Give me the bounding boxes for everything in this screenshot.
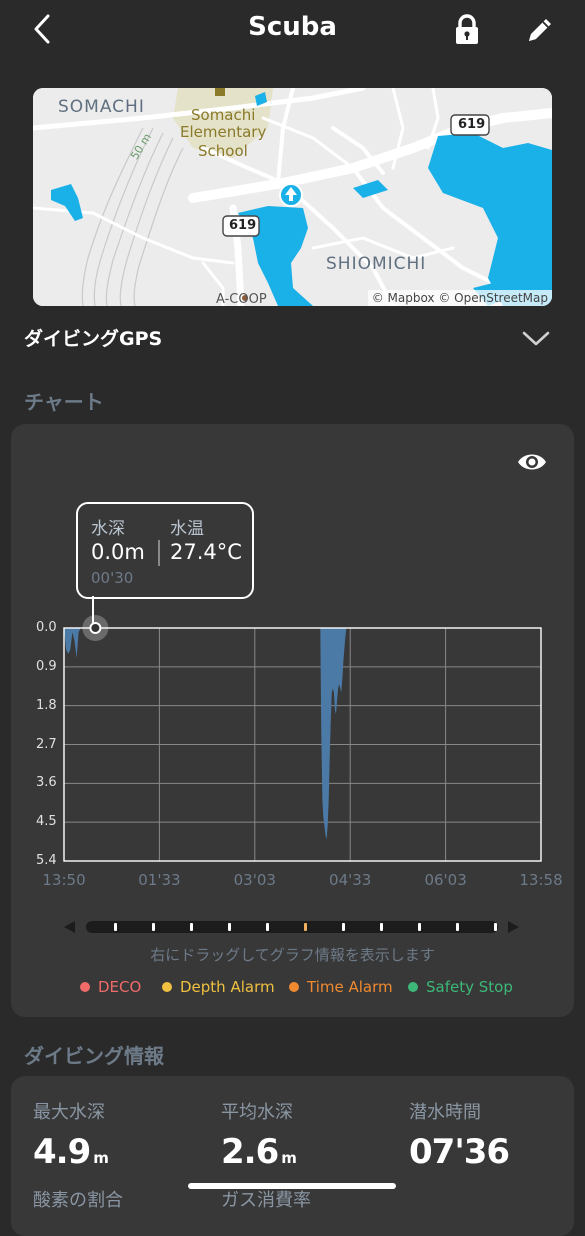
tooltip-time: 00'30: [91, 569, 134, 587]
depth-chart[interactable]: [0, 615, 585, 875]
map-attribution[interactable]: © Mapbox © OpenStreetMap: [367, 290, 552, 306]
scrubber-tick: [380, 923, 383, 931]
page-title: Scuba: [248, 12, 337, 42]
stat-max-depth-value: 4.9: [33, 1132, 91, 1172]
depth-area-series-0: [64, 628, 347, 840]
stat-dive-time: 07'36: [409, 1132, 512, 1172]
stat-avg-depth-label: 平均水深: [221, 1102, 293, 1123]
legend-time-alarm-label: Time Alarm: [307, 978, 393, 996]
scrubber-tick: [114, 923, 117, 931]
scrubber-hint: 右にドラッグしてグラフ情報を表示します: [150, 946, 435, 964]
chart-scrubber[interactable]: [86, 921, 498, 933]
scrubber-tick: [418, 923, 421, 931]
x-tick-label: 06'03: [424, 871, 467, 889]
x-tick-label: 03'03: [233, 871, 276, 889]
y-tick-label: 5.4: [36, 853, 57, 868]
pencil-icon: [529, 19, 551, 41]
scrubber-tick: [342, 923, 345, 931]
legend-depth-alarm-dot: [162, 982, 172, 992]
lock-button[interactable]: [452, 14, 482, 46]
stat-avg-depth: 2.6 m: [221, 1132, 297, 1172]
y-tick-label: 0.0: [36, 620, 57, 635]
scrubber-tick-active: [304, 923, 307, 931]
legend-safety-stop: Safety Stop: [408, 977, 513, 997]
tooltip-temp-label: 水温: [170, 519, 204, 539]
legend-depth-alarm: Depth Alarm: [162, 977, 275, 997]
scrubber-tick: [266, 923, 269, 931]
map-label-acoop: A-COOP: [216, 292, 267, 306]
stat-dive-time-value: 07'36: [409, 1132, 510, 1172]
map-label-shiomichi: SHIOMICHI: [326, 254, 427, 274]
stat-dive-time-label: 潜水時間: [409, 1102, 481, 1123]
y-tick-label: 3.6: [36, 775, 57, 791]
x-tick-label: 13:58: [519, 871, 563, 889]
lock-icon: [456, 14, 478, 44]
y-tick-label: 1.8: [36, 697, 57, 713]
y-tick-label: 2.7: [36, 736, 57, 752]
map-label-somachi: SOMACHI: [58, 97, 145, 117]
map-route-619-mid: 619: [229, 218, 257, 233]
legend-safety-stop-label: Safety Stop: [426, 978, 513, 996]
legend-deco-dot: [80, 982, 90, 992]
chevron-down-icon: [522, 331, 550, 346]
tooltip-depth-label: 水深: [91, 519, 125, 539]
y-tick-label: 0.9: [36, 658, 57, 674]
legend-time-alarm-dot: [289, 982, 299, 992]
legend-time-alarm: Time Alarm: [289, 977, 393, 997]
stat-gas-rate-label: ガス消費率: [221, 1190, 311, 1211]
cursor-point: [89, 622, 102, 634]
chart-tooltip: 水深 水温 0.0m 27.4°C 00'30: [76, 502, 254, 599]
scrubber-tick: [456, 923, 459, 931]
tooltip-depth-value: 0.0m: [91, 540, 145, 564]
tooltip-separator: [158, 540, 160, 566]
stat-max-depth-unit: m: [93, 1149, 109, 1167]
map-route-619-top: 619: [458, 117, 486, 132]
map-label-school-3: School: [198, 142, 248, 160]
scrubber-tick: [190, 923, 193, 931]
stat-avg-depth-value: 2.6: [221, 1132, 279, 1172]
legend-deco-label: DECO: [98, 978, 142, 996]
legend-safety-stop-dot: [408, 982, 418, 992]
scrubber-tick: [494, 923, 497, 931]
scrubber-right-arrow[interactable]: [508, 921, 519, 933]
map-label-school-1: Somachi: [191, 106, 256, 124]
app-header: Scuba: [0, 0, 585, 60]
home-indicator: [188, 1183, 396, 1189]
chart-section-title: チャート: [24, 390, 104, 414]
stat-max-depth: 4.9 m: [33, 1132, 109, 1172]
info-section-title: ダイビング情報: [24, 1044, 164, 1068]
eye-icon: [518, 454, 546, 470]
scrubber-tick: [152, 923, 155, 931]
map-label-school-2: Elementary: [180, 123, 267, 141]
x-tick-label: 13:50: [42, 871, 86, 889]
dive-map[interactable]: SOMACHI Somachi Elementary School 50 m 6…: [33, 88, 552, 306]
gps-section-toggle[interactable]: ダイビングGPS: [0, 318, 585, 358]
stat-avg-depth-unit: m: [281, 1149, 297, 1167]
stat-oxygen-label: 酸素の割合: [33, 1190, 123, 1211]
legend-depth-alarm-label: Depth Alarm: [180, 978, 275, 996]
legend-deco: DECO: [80, 977, 141, 997]
gps-section-title: ダイビングGPS: [24, 328, 163, 350]
x-tick-label: 04'33: [329, 871, 372, 889]
tooltip-temp-value: 27.4°C: [170, 540, 242, 564]
scrubber-left-arrow[interactable]: [64, 921, 75, 933]
x-tick-label: 01'33: [138, 871, 181, 889]
scrubber-tick: [228, 923, 231, 931]
stat-max-depth-label: 最大水深: [33, 1102, 105, 1123]
edit-button[interactable]: [524, 14, 556, 46]
y-tick-label: 4.5: [36, 814, 57, 830]
visibility-toggle-button[interactable]: [516, 450, 548, 474]
